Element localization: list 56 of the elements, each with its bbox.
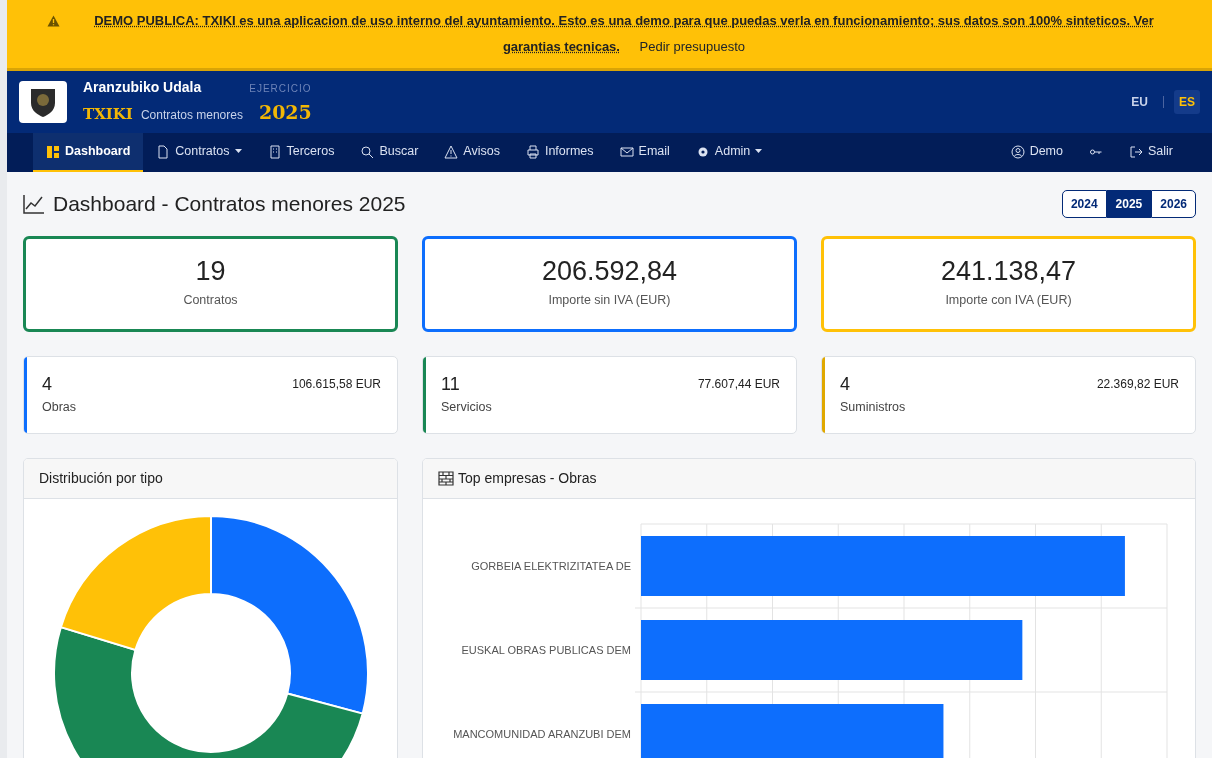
user-icon	[1010, 144, 1025, 159]
type-amount: 77.607,44 EUR	[697, 375, 780, 393]
type-count: 11	[441, 372, 460, 396]
bar-label: MANCOMUNIDAD ARANZUBI DEM	[453, 727, 631, 740]
type-amount: 106.615,58 EUR	[292, 375, 381, 393]
app-name: TXIKI	[83, 104, 133, 126]
type-label: Servicios	[441, 398, 493, 416]
language-link[interactable]: EU	[1126, 90, 1153, 114]
printer-icon	[525, 144, 540, 159]
language-link[interactable]: ES	[1174, 90, 1200, 114]
nav-tab[interactable]: Informes	[512, 133, 607, 172]
kpi-label: Importe con IVA (EUR)	[945, 291, 1072, 309]
nav-tab[interactable]: Dashboard	[33, 133, 144, 172]
year-button[interactable]: 2024	[1061, 189, 1107, 218]
kpi-value: 241.138,47	[940, 257, 1077, 287]
kpi-value: 206.592,84	[541, 257, 678, 287]
building-icon	[267, 144, 282, 159]
kpi-label: Importe sin IVA (EUR)	[548, 291, 671, 309]
bar-label: EUSKAL OBRAS PUBLICAS DEM	[461, 643, 631, 656]
envelope-icon	[619, 144, 634, 159]
type-label: Obras	[42, 398, 78, 416]
nav-tab[interactable]: Terceros	[254, 133, 348, 172]
type-count: 4	[840, 372, 850, 396]
page-title: Dashboard - Contratos menores 2025	[53, 191, 406, 217]
fiscal-year: 2025	[258, 100, 312, 126]
kpi-label: Contratos	[183, 291, 238, 309]
nav-link[interactable]: Salir	[1116, 133, 1186, 172]
coat-of-arms-icon	[19, 81, 67, 123]
nav-tab[interactable]: Admin	[682, 133, 776, 172]
year-label: EJERCICIO	[249, 82, 312, 97]
line-chart-icon	[23, 193, 45, 214]
app-subtitle: Contratos menores	[140, 107, 243, 125]
year-button[interactable]: 2025	[1106, 189, 1152, 218]
kpi-value: 19	[195, 257, 226, 287]
nav-link[interactable]: Demo	[997, 133, 1076, 172]
panel-title: Distribución por tipo	[24, 458, 397, 499]
demo-notice: DEMO PUBLICA: TXIKI es una aplicacion de uso interno del ayuntamiento. Esto es una demo para que puedas verla en funcionamiento; sus datos son 100% sinteticos. Ver garantias tecnicas. Pedir presupuesto	[93, 12, 1155, 56]
search-icon	[360, 144, 375, 159]
type-label: Suministros	[840, 398, 907, 416]
nav-tab[interactable]: Email	[606, 133, 683, 172]
quote-link[interactable]: Pedir presupuesto	[639, 39, 746, 54]
panel-title: Top empresas - Obras	[458, 468, 597, 488]
brick-wall-icon	[438, 470, 454, 486]
document-icon	[156, 144, 171, 159]
nav-tab[interactable]: Buscar	[347, 133, 432, 172]
warning-icon	[444, 144, 459, 159]
nav-tab[interactable]: Contratos	[143, 133, 255, 172]
logout-icon	[1129, 144, 1143, 159]
bar-label: GORBEIA ELEKTRIZITATEA DE	[471, 559, 631, 572]
org-name: Aranzubiko Udala	[83, 78, 202, 98]
year-button[interactable]: 2026	[1151, 189, 1196, 218]
warning-icon	[47, 15, 60, 27]
nav-tab[interactable]: Avisos	[431, 133, 513, 172]
type-count: 4	[42, 372, 52, 396]
dashboard-icon	[46, 144, 60, 159]
type-amount: 22.369,82 EUR	[1096, 375, 1179, 393]
